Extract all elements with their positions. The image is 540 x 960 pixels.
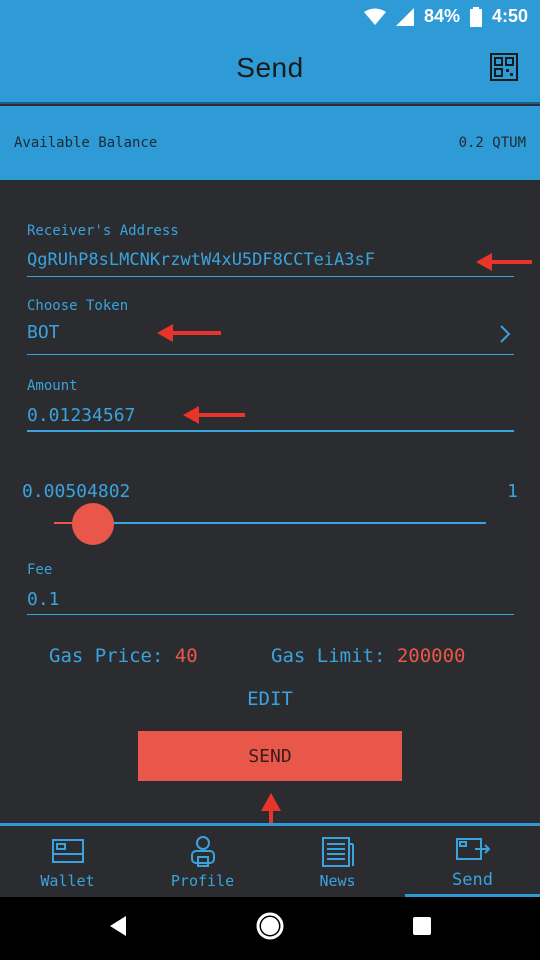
gas-price-value: 40 — [174, 645, 198, 667]
fee-underline — [27, 614, 514, 615]
nav-item-news[interactable]: News — [270, 826, 405, 897]
balance-bar: Available Balance 0.2 QTUM — [0, 106, 540, 180]
recents-icon[interactable] — [412, 916, 432, 936]
battery-icon — [469, 6, 482, 27]
nav-label: Wallet — [40, 872, 95, 890]
receiver-address-underline — [27, 276, 514, 277]
clock: 4:50 — [491, 6, 528, 26]
token-select[interactable]: BOT — [27, 322, 60, 343]
amount-underline — [27, 430, 514, 432]
nav-label: News — [319, 872, 356, 890]
slider-min-label: 0.00504802 — [22, 481, 131, 502]
slider-max-label: 1 — [507, 481, 518, 502]
profile-icon — [190, 836, 215, 867]
nav-item-profile[interactable]: Profile — [135, 826, 270, 897]
nav-item-wallet[interactable]: Wallet — [0, 826, 135, 897]
signal-icon — [395, 7, 414, 26]
wifi-icon — [363, 8, 386, 25]
balance-value: 0.2 QTUM — [458, 135, 526, 151]
annotation-arrow-left-icon — [157, 324, 221, 342]
home-icon[interactable] — [255, 911, 285, 941]
nav-label: Profile — [170, 872, 235, 890]
amount-label: Amount — [27, 378, 78, 394]
edit-button[interactable]: EDIT — [0, 688, 540, 710]
amount-input[interactable]: 0.01234567 — [27, 405, 135, 426]
gas-limit-value: 200000 — [396, 645, 466, 667]
receiver-address-label: Receiver's Address — [27, 223, 179, 239]
qr-code-icon[interactable] — [490, 53, 518, 81]
balance-label: Available Balance — [14, 135, 158, 151]
status-bar: 84% 4:50 — [0, 0, 540, 34]
news-icon — [321, 837, 354, 867]
system-navigation-bar — [0, 897, 540, 960]
gas-limit-label: Gas Limit: — [271, 645, 386, 667]
fee-input[interactable]: 0.1 — [27, 589, 60, 610]
battery-percent: 84% — [423, 6, 460, 26]
chevron-right-icon[interactable] — [498, 324, 512, 344]
app-bar: Send — [0, 34, 540, 104]
back-icon[interactable] — [108, 915, 128, 937]
slider-track[interactable] — [54, 522, 486, 524]
fee-label: Fee — [27, 562, 53, 578]
choose-token-label: Choose Token — [27, 298, 129, 314]
slider-thumb[interactable] — [71, 503, 114, 545]
send-icon — [455, 838, 490, 860]
wallet-icon — [51, 839, 84, 863]
token-underline — [27, 354, 514, 355]
annotation-arrow-left-icon — [476, 253, 532, 271]
gas-price-label: Gas Price: — [49, 645, 164, 667]
annotation-arrow-left-icon — [183, 406, 245, 424]
receiver-address-input[interactable]: QgRUhP8sLMCNKrzwtW4xU5DF8CCTeiA3sF — [27, 250, 375, 270]
page-title: Send — [236, 52, 304, 83]
send-button[interactable]: SEND — [138, 731, 402, 781]
gas-limit: Gas Limit: 200000 — [271, 645, 465, 667]
bottom-navigation: Wallet Profile News Send — [0, 823, 540, 897]
nav-label: Send — [452, 870, 493, 890]
nav-item-send[interactable]: Send — [405, 826, 540, 897]
gas-price: Gas Price: 40 — [49, 645, 198, 667]
send-button-label: SEND — [248, 745, 292, 767]
